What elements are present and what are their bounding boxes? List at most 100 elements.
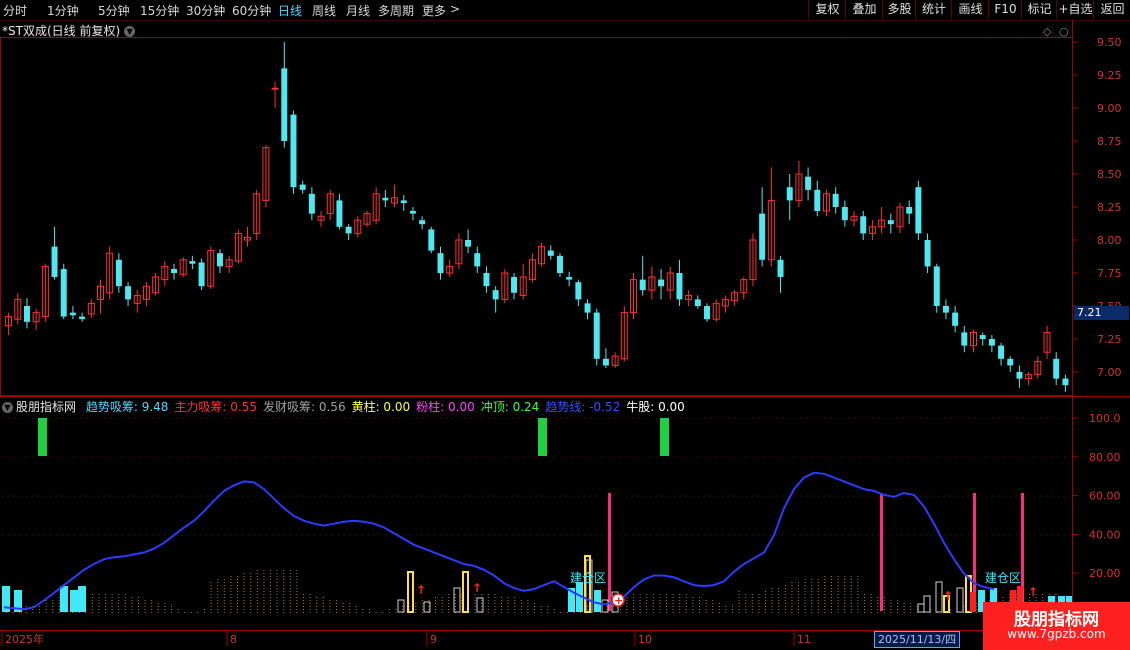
top-signal-bar-0: [38, 418, 47, 456]
candle-body: [1053, 358, 1060, 379]
candle-body: [786, 187, 793, 201]
price-tick-10: 7.00: [1097, 366, 1122, 379]
cyan-bar-4: [78, 586, 86, 612]
candle-body: [924, 240, 931, 267]
candle-body: [79, 316, 86, 320]
candle-body: [805, 176, 812, 190]
candle-body: [906, 207, 913, 214]
candle-body: [281, 68, 288, 141]
watermark-url: www.7gpzb.com: [1007, 627, 1106, 641]
price-tick-4: 8.50: [1097, 168, 1122, 181]
candle-body: [115, 259, 122, 287]
candle-body: [189, 261, 196, 264]
candle-body: [556, 255, 563, 273]
candle-body: [51, 246, 58, 277]
current-date-box: 2025/11/13/四: [874, 631, 961, 648]
candle-body: [69, 312, 76, 316]
candle-body: [290, 114, 297, 188]
candle-body: [915, 187, 922, 234]
candle-body: [704, 306, 710, 320]
candle-body: [694, 299, 701, 306]
candle-body: [942, 306, 949, 313]
candle-body: [814, 189, 821, 211]
top-signal-bar-2: [660, 418, 669, 456]
diamond-icon: ◇: [1043, 25, 1052, 38]
candle-body: [474, 253, 481, 267]
candle-body: [658, 279, 665, 287]
candle-body: [1007, 358, 1014, 366]
date-label-2: 9: [430, 633, 437, 646]
current-price-tag: 7.21: [1074, 306, 1129, 320]
candle-body: [171, 269, 177, 273]
indicator-value-5: 冲顶: 0.24: [480, 400, 540, 414]
candle-body: [602, 358, 609, 366]
candle-body: [60, 269, 67, 317]
candle-body: [409, 210, 416, 214]
yellow-bar-1: [462, 571, 469, 613]
candle-body: [1016, 372, 1023, 379]
candle-body: [676, 273, 683, 300]
indicator-tick-2: 60.00: [1089, 490, 1121, 503]
build-zone-label-0: 建仓区: [570, 571, 606, 585]
red-up-arrow-icon-0: ↑: [416, 583, 426, 597]
outline-bar-0: [397, 599, 405, 613]
indicator-value-6: 趋势线: -0.52: [545, 400, 621, 414]
watermark: 股朋指标网 www.7gpzb.com: [983, 602, 1130, 650]
candle-body: [308, 193, 315, 214]
red-up-arrow-icon-3: ↑: [1028, 585, 1038, 599]
indicator-value-0: 趋势吸筹: 9.48: [85, 400, 169, 414]
candle-body: [777, 259, 784, 277]
indicator-value-4: 粉柱: 0.00: [416, 400, 475, 414]
price-tick-6: 8.00: [1097, 234, 1122, 247]
candle-body: [887, 220, 894, 225]
cyan-bar-3: [70, 590, 78, 612]
price-tick-7: 7.75: [1097, 267, 1122, 280]
price-tick-0: 9.50: [1097, 36, 1122, 49]
pink-signal-bar-0: [608, 493, 611, 611]
chevron-down-icon[interactable]: ▼: [2, 402, 13, 413]
circle-icon: ○: [1059, 25, 1069, 38]
chart-canvas[interactable]: 9.509.259.008.758.508.258.007.757.507.25…: [0, 0, 1130, 650]
candle-body: [465, 240, 472, 247]
trend-line: [3, 471, 995, 611]
indicator-value-1: 主力吸筹: 0.55: [174, 400, 257, 414]
candle-body: [419, 220, 426, 225]
candle-body: [566, 276, 573, 280]
red-up-arrow-icon-2: ↑: [943, 589, 953, 603]
candle-body: [511, 276, 518, 293]
candle-body: [832, 193, 839, 207]
indicator-tick-1: 80.00: [1089, 451, 1121, 464]
candle-body: [547, 250, 554, 256]
candle-body: [988, 339, 995, 346]
outline-bar-7: [917, 603, 925, 613]
candle-body: [125, 286, 132, 300]
top-signal-bar-1: [538, 418, 547, 456]
cyan-bar-2: [60, 586, 68, 612]
red-bar-2: [970, 592, 976, 612]
candle-body: [428, 229, 435, 251]
date-label-3: 10: [638, 633, 652, 646]
outline-bar-10: [956, 587, 964, 613]
candle-body: [933, 266, 940, 306]
outline-bar-8: [923, 595, 931, 613]
candle-body: [979, 335, 986, 339]
red-up-arrow-icon-1: ↑: [472, 581, 482, 595]
indicator-tick-4: 20.00: [1089, 567, 1121, 580]
candle-body: [1062, 378, 1069, 386]
pink-signal-bar-1: [880, 493, 883, 611]
indicator-name: 股朋指标网: [16, 400, 77, 414]
indicator-legend: ▼ 股朋指标网 趋势吸筹: 9.48 主力吸筹: 0.55 发财吸筹: 0.56 黄柱:…: [2, 398, 697, 415]
yellow-bar-0: [407, 571, 414, 613]
candle-body: [216, 253, 223, 267]
candle-body: [841, 207, 848, 221]
indicator-tick-3: 40.00: [1089, 528, 1121, 541]
indicator-value-7: 牛股: 0.00: [626, 400, 685, 414]
candle-body: [198, 262, 205, 287]
candle-body: [271, 87, 279, 90]
date-label-0: 2025年: [5, 632, 44, 646]
price-panel-frame: [0, 37, 1073, 396]
candle-body: [593, 312, 600, 359]
candle-body: [437, 253, 444, 273]
date-label-4: 11: [797, 633, 811, 646]
candle-body: [639, 279, 646, 291]
